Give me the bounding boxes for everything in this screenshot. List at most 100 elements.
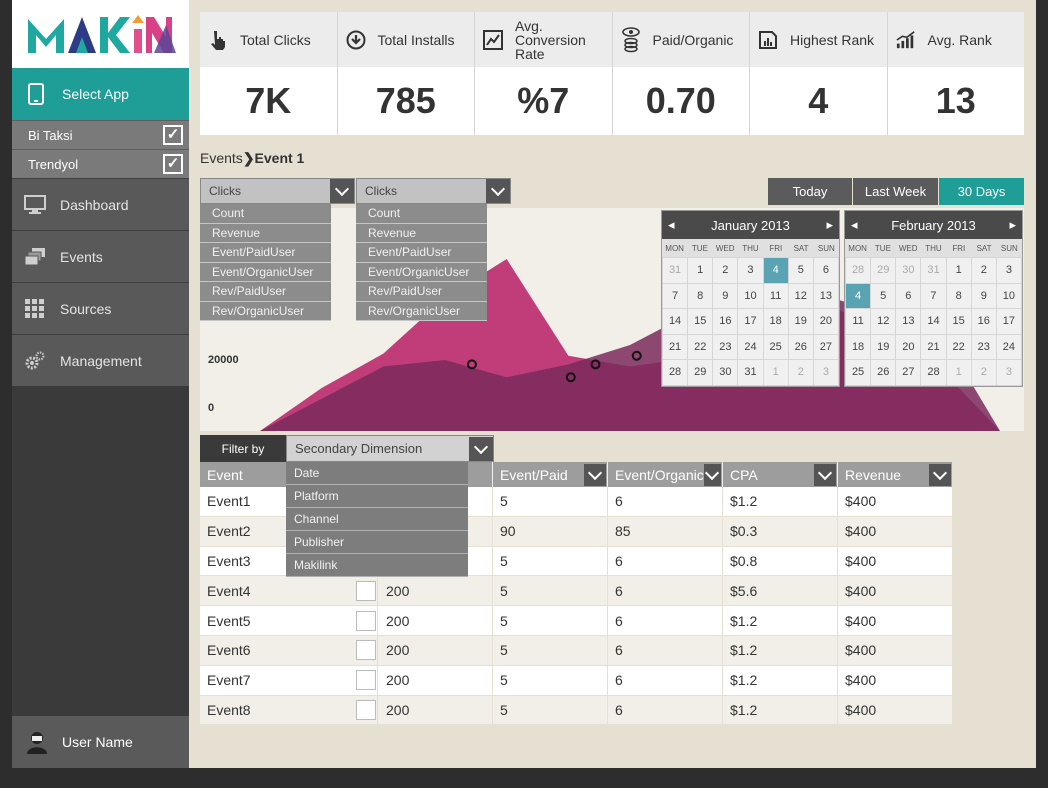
calendar-day[interactable]: 22 [946, 334, 971, 359]
row-checkbox[interactable] [356, 699, 376, 720]
select-app-button[interactable]: Select App [12, 68, 189, 120]
calendar-day[interactable]: 12 [871, 309, 896, 334]
dropdown-option-channel[interactable]: Channel [286, 508, 468, 531]
table-row[interactable]: Event8 200 5 6 $1.2 $400 [200, 695, 952, 726]
dropdown-option[interactable]: Revenue [200, 223, 331, 243]
calendar-day[interactable]: 6 [813, 258, 838, 283]
calendar-day[interactable]: 7 [921, 283, 946, 308]
calendar-day[interactable]: 9 [971, 283, 996, 308]
chevron-down-icon[interactable] [486, 179, 510, 203]
calendar-day[interactable]: 13 [813, 283, 838, 308]
calendar-day[interactable]: 15 [946, 309, 971, 334]
calendar-day[interactable]: 10 [996, 283, 1021, 308]
breadcrumb-parent[interactable]: Events [200, 150, 243, 166]
nav-item-dashboard[interactable]: Dashboard [12, 178, 189, 230]
calendar-day[interactable]: 4 [763, 258, 788, 283]
nav-item-events[interactable]: Events [12, 230, 189, 282]
table-row[interactable]: Event7 200 5 6 $1.2 $400 [200, 665, 952, 696]
dropdown-option[interactable]: Rev/PaidUser [356, 282, 487, 302]
next-month-icon[interactable]: ▸ [826, 217, 833, 233]
metric-dropdown-header[interactable]: Clicks [200, 178, 355, 204]
metric-dropdown-2[interactable]: Clicks Count Revenue Event/PaidUser Even… [356, 178, 511, 321]
calendar-day[interactable]: 21 [921, 334, 946, 359]
column-header-revenue[interactable]: Revenue [838, 462, 952, 487]
column-header-cpa[interactable]: CPA [723, 462, 838, 487]
dropdown-option[interactable]: Count [356, 204, 487, 224]
calendar-day[interactable]: 31 [663, 258, 688, 283]
calendar-day[interactable]: 30 [896, 258, 921, 283]
calendar-day[interactable]: 7 [663, 283, 688, 308]
calendar-day[interactable]: 15 [688, 309, 713, 334]
calendar-day[interactable]: 19 [788, 309, 813, 334]
user-menu[interactable]: User Name [12, 716, 189, 768]
next-month-icon[interactable]: ▸ [1009, 217, 1016, 233]
calendar-day[interactable]: 28 [921, 360, 946, 385]
dropdown-option-publisher[interactable]: Publisher [286, 531, 468, 554]
table-row[interactable]: Event6 200 5 6 $1.2 $400 [200, 635, 952, 666]
checkbox-checked[interactable]: ✓ [163, 154, 183, 174]
calendar-day[interactable]: 31 [921, 258, 946, 283]
calendar-day[interactable]: 25 [846, 360, 871, 385]
calendar-day[interactable]: 10 [738, 283, 763, 308]
calendar-day[interactable]: 3 [738, 258, 763, 283]
calendar-day[interactable]: 25 [763, 334, 788, 359]
calendar-day[interactable]: 19 [871, 334, 896, 359]
calendar-day[interactable]: 27 [896, 360, 921, 385]
calendar-day[interactable]: 8 [688, 283, 713, 308]
nav-item-management[interactable]: Management [12, 334, 189, 386]
calendar-day[interactable]: 30 [713, 360, 738, 385]
dropdown-option[interactable]: Rev/OrganicUser [356, 301, 487, 321]
calendar-day[interactable]: 23 [713, 334, 738, 359]
row-checkbox[interactable] [356, 640, 376, 661]
calendar-day[interactable]: 1 [688, 258, 713, 283]
dropdown-option[interactable]: Event/PaidUser [200, 243, 331, 263]
calendar-day[interactable]: 6 [896, 283, 921, 308]
dropdown-option[interactable]: Revenue [356, 223, 487, 243]
table-row[interactable]: Event4 200 5 6 $5.6 $400 [200, 576, 952, 607]
chevron-down-icon[interactable] [330, 179, 354, 203]
calendar-day[interactable]: 29 [688, 360, 713, 385]
calendar-day[interactable]: 16 [713, 309, 738, 334]
calendar-day[interactable]: 22 [688, 334, 713, 359]
today-button[interactable]: Today [768, 178, 852, 205]
calendar-day[interactable]: 20 [813, 309, 838, 334]
dropdown-option[interactable]: Event/OrganicUser [356, 262, 487, 282]
thirty-days-button[interactable]: 30 Days [939, 178, 1024, 205]
metric-dropdown-header[interactable]: Clicks [356, 178, 511, 204]
calendar-day[interactable]: 14 [663, 309, 688, 334]
checkbox-checked[interactable]: ✓ [163, 125, 183, 145]
last-week-button[interactable]: Last Week [853, 178, 938, 205]
app-item-trendyol[interactable]: Trendyol ✓ [12, 149, 189, 178]
calendar-day[interactable]: 1 [763, 360, 788, 385]
secondary-dimension-dropdown[interactable]: Secondary Dimension Date Platform Channe… [286, 435, 494, 577]
dropdown-option-platform[interactable]: Platform [286, 485, 468, 508]
dropdown-option[interactable]: Count [200, 204, 331, 224]
dropdown-option-date[interactable]: Date [286, 462, 468, 485]
calendar-day[interactable]: 16 [971, 309, 996, 334]
calendar-day[interactable]: 5 [788, 258, 813, 283]
row-checkbox[interactable] [356, 610, 376, 631]
calendar-day[interactable]: 27 [813, 334, 838, 359]
calendar-day[interactable]: 12 [788, 283, 813, 308]
row-checkbox[interactable] [356, 580, 376, 601]
calendar-day[interactable]: 20 [896, 334, 921, 359]
calendar-day[interactable]: 3 [996, 258, 1021, 283]
chevron-down-icon[interactable] [929, 463, 951, 486]
calendar-day[interactable]: 1 [946, 360, 971, 385]
calendar-day[interactable]: 2 [713, 258, 738, 283]
column-header-event-organic[interactable]: Event/Organic [608, 462, 723, 487]
prev-month-icon[interactable]: ◂ [668, 217, 675, 233]
app-item-bi-taksi[interactable]: Bi Taksi ✓ [12, 120, 189, 149]
column-header-event-paid[interactable]: Event/Paid [493, 462, 608, 487]
dropdown-option[interactable]: Event/PaidUser [356, 243, 487, 263]
chevron-down-icon[interactable] [584, 463, 606, 486]
calendar-day[interactable]: 28 [663, 360, 688, 385]
calendar-day[interactable]: 2 [971, 258, 996, 283]
calendar-day[interactable]: 18 [763, 309, 788, 334]
calendar-day[interactable]: 11 [846, 309, 871, 334]
row-checkbox[interactable] [356, 670, 376, 691]
dropdown-option[interactable]: Rev/PaidUser [200, 282, 331, 302]
calendar-day[interactable]: 24 [738, 334, 763, 359]
calendar-day[interactable]: 9 [713, 283, 738, 308]
calendar-day[interactable]: 3 [813, 360, 838, 385]
